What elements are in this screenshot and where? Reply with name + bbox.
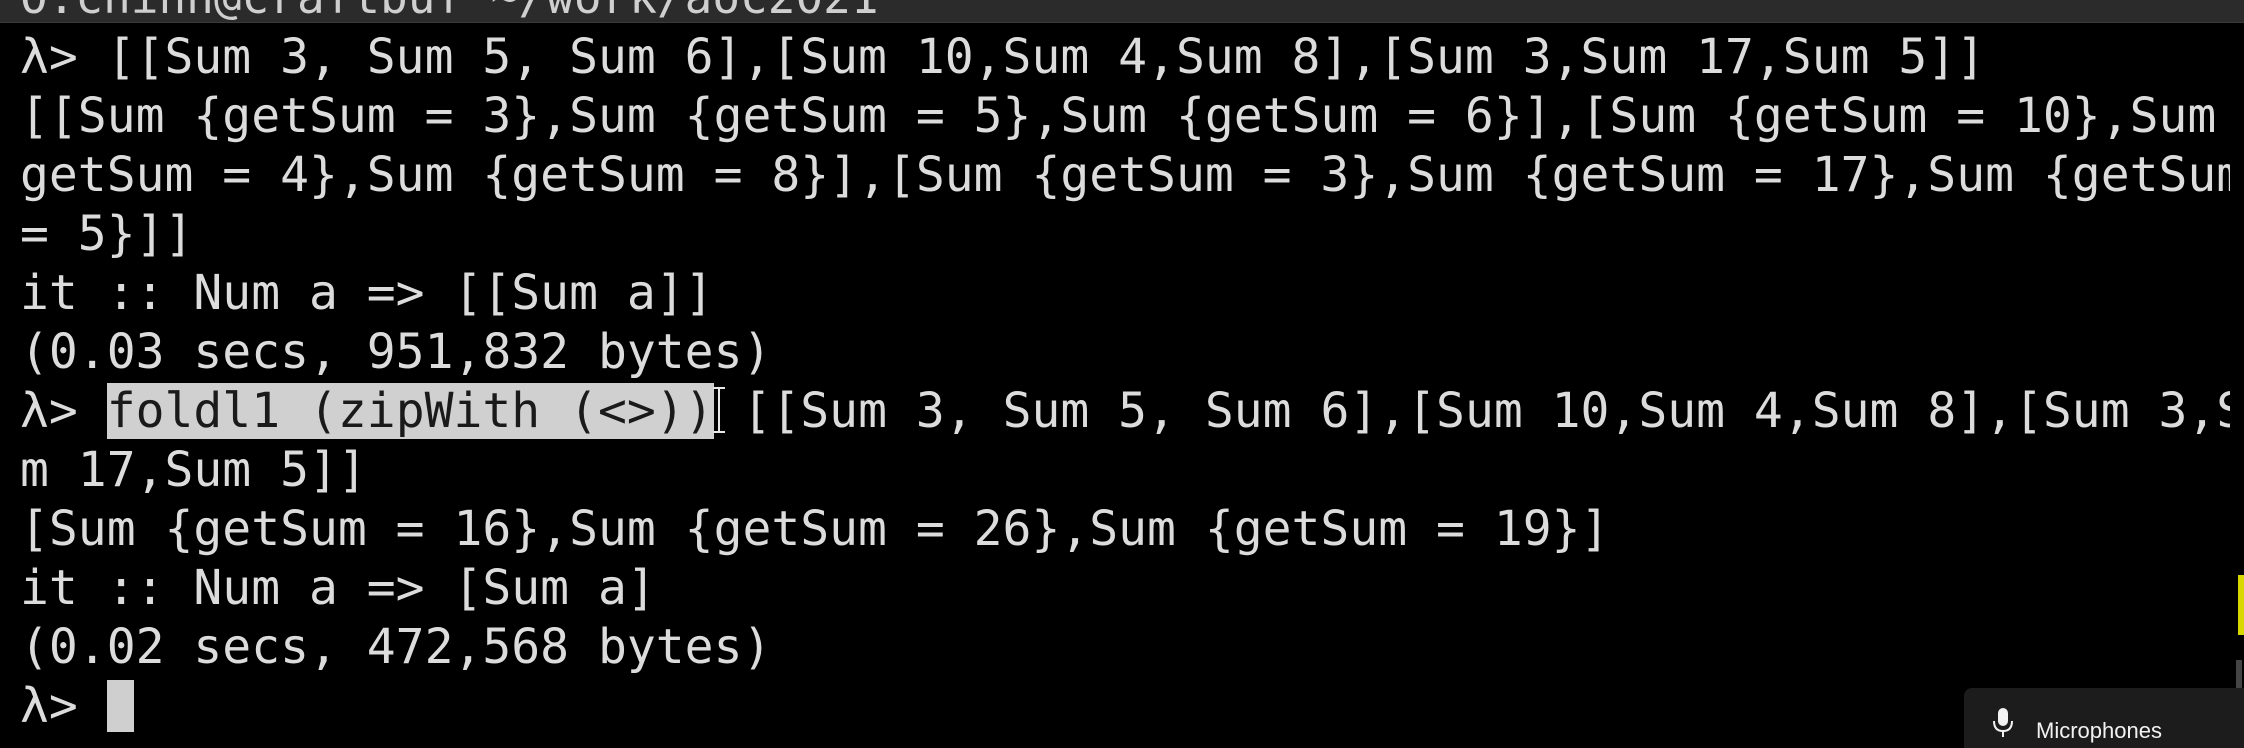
- command-text: [[Sum 3, Sum 5, Sum 6],[Sum 10,Sum 4,Sum…: [713, 383, 2230, 439]
- block-cursor: [106, 680, 134, 732]
- terminal-line: [[Sum {getSum = 3},Sum {getSum = 5},Sum …: [20, 88, 2230, 144]
- microphones-panel[interactable]: Microphones: [1964, 688, 2244, 748]
- terminal-line: it :: Num a => [[Sum a]]: [20, 265, 714, 321]
- microphone-icon: [1993, 708, 2013, 737]
- input-line[interactable]: λ>: [20, 677, 2230, 736]
- window-titlebar[interactable]: O.chinn@craftbuf ~/work/aoc2021: [0, 0, 2244, 23]
- scrollbar-thumb[interactable]: [2238, 575, 2244, 635]
- terminal-line: (0.02 secs, 472,568 bytes): [20, 619, 772, 675]
- terminal-line: it :: Num a => [Sum a]: [20, 560, 656, 616]
- terminal-line: getSum = 4},Sum {getSum = 8}],[Sum {getS…: [20, 147, 2230, 203]
- scrollbar-track[interactable]: [2236, 660, 2242, 690]
- terminal-output[interactable]: λ> [[Sum 3, Sum 5, Sum 6],[Sum 10,Sum 4,…: [20, 28, 2230, 736]
- selected-text[interactable]: foldl1 (zipWith (<>)): [106, 383, 714, 439]
- terminal-line: λ> [[Sum 3, Sum 5, Sum 6],[Sum 10,Sum 4,…: [20, 29, 1986, 85]
- prompt: λ>: [20, 678, 107, 734]
- prompt: λ>: [20, 383, 107, 439]
- command-line: λ> foldl1 (zipWith (<>)) [[Sum 3, Sum 5,…: [20, 382, 2230, 441]
- terminal-line: = 5}]]: [20, 206, 194, 262]
- text-cursor-icon: [712, 385, 726, 435]
- terminal-window: O.chinn@craftbuf ~/work/aoc2021 λ> [[Sum…: [0, 0, 2244, 748]
- terminal-line: [Sum {getSum = 16},Sum {getSum = 26},Sum…: [20, 501, 1610, 557]
- terminal-line: m 17,Sum 5]]: [20, 442, 367, 498]
- microphones-label: Microphones: [2036, 718, 2162, 743]
- window-title: O.chinn@craftbuf ~/work/aoc2021: [20, 0, 879, 22]
- terminal-line: (0.03 secs, 951,832 bytes): [20, 324, 772, 380]
